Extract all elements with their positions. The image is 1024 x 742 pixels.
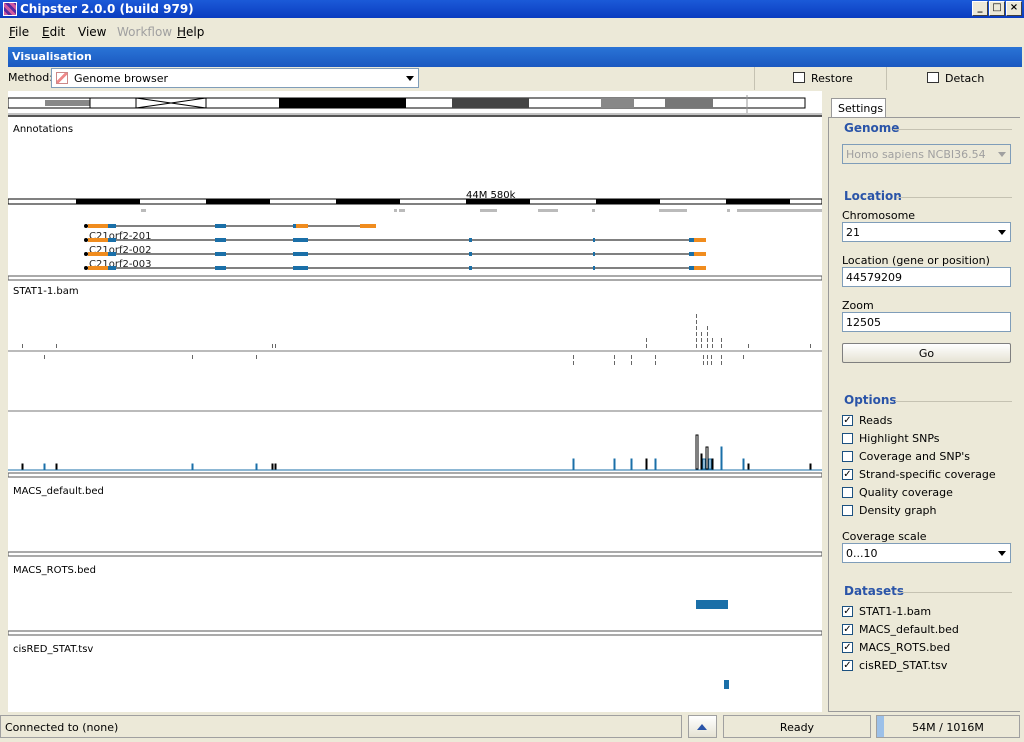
chevron-down-icon: [998, 152, 1006, 157]
gene-density-marks: [141, 209, 822, 212]
menu-edit[interactable]: Edit: [42, 25, 65, 39]
transcript-row: [84, 238, 706, 242]
restore-button[interactable]: Restore: [754, 67, 886, 90]
cisred-site[interactable]: [724, 680, 729, 689]
connection-status: Connected to (none): [0, 715, 682, 738]
checkbox-unchecked-icon[interactable]: [842, 505, 853, 516]
location-input[interactable]: 44579209: [842, 267, 1011, 287]
chipster-logo-icon: [3, 2, 17, 16]
chromosome-ideogram[interactable]: [8, 95, 806, 113]
chevron-up-icon: [697, 724, 707, 730]
task-status: Ready: [723, 715, 871, 738]
minimize-button[interactable]: _: [972, 1, 988, 16]
section-location: Location: [844, 189, 902, 203]
checkbox-checked-icon[interactable]: ✓: [842, 660, 853, 671]
macs-rots-peak[interactable]: [696, 600, 728, 609]
divider: [895, 401, 1012, 402]
genome-browser-canvas[interactable]: 44M 580k C21orf2-201 C21orf2-002 C21orf2…: [8, 91, 822, 712]
settings-panel: Settings Genome Homo sapiens NCBI36.54 L…: [826, 91, 1022, 712]
coverage-scale-label: Coverage scale: [842, 530, 927, 543]
settings-body: Genome Homo sapiens NCBI36.54 Location C…: [828, 117, 1020, 712]
track-title-macs-rots: MACS_ROTS.bed: [13, 565, 96, 576]
transcript-row: [84, 224, 376, 228]
zoom-label: Zoom: [842, 299, 874, 312]
reads-forward[interactable]: [22, 314, 811, 348]
chromosome-select[interactable]: 21: [842, 222, 1011, 242]
reads-reverse[interactable]: [44, 355, 744, 365]
menu-workflow: Workflow: [117, 25, 173, 39]
transcript-models[interactable]: C21orf2-201 C21orf2-002 C21orf2-003: [84, 224, 706, 270]
menu-view[interactable]: View: [78, 25, 106, 39]
method-value: Genome browser: [74, 72, 168, 85]
memory-usage: 54M / 1016M: [876, 715, 1020, 738]
method-bar: Method: Genome browser Restore Detach: [8, 67, 1022, 90]
section-genome: Genome: [844, 121, 900, 135]
track-title-stat1-bam: STAT1-1.bam: [13, 286, 79, 297]
chevron-down-icon: [998, 230, 1006, 235]
chromosome-label: Chromosome: [842, 209, 916, 222]
section-datasets: Datasets: [844, 584, 905, 598]
checkbox-checked-icon[interactable]: ✓: [842, 606, 853, 617]
section-options: Options: [844, 393, 897, 407]
divider: [893, 129, 1012, 130]
checkbox-checked-icon[interactable]: ✓: [842, 415, 853, 426]
close-button[interactable]: ×: [1006, 1, 1022, 16]
genome-select: Homo sapiens NCBI36.54: [842, 144, 1011, 164]
detach-button[interactable]: Detach: [886, 67, 1022, 90]
divider: [897, 197, 1012, 198]
menu-file[interactable]: File: [9, 25, 29, 39]
genome-browser-icon: [56, 72, 68, 84]
checkbox-checked-icon[interactable]: ✓: [842, 642, 853, 653]
menu-bar: File Edit View Workflow Help: [0, 20, 1024, 44]
track-title-cisred: cisRED_STAT.tsv: [13, 644, 94, 655]
go-button[interactable]: Go: [842, 343, 1011, 363]
restore-icon: [793, 72, 805, 83]
divider: [899, 592, 1012, 593]
coverage-scale-select[interactable]: 0...10: [842, 543, 1011, 563]
tab-settings[interactable]: Settings: [831, 98, 886, 117]
method-select[interactable]: Genome browser: [51, 68, 419, 88]
chevron-down-icon: [998, 551, 1006, 556]
visualisation-header: Visualisation: [8, 47, 1022, 67]
zoom-input[interactable]: 12505: [842, 312, 1011, 332]
checkbox-checked-icon[interactable]: ✓: [842, 469, 853, 480]
method-label: Method:: [8, 71, 53, 84]
transcript-row: [84, 252, 706, 256]
chevron-down-icon: [406, 76, 414, 81]
window-title: Chipster 2.0.0 (build 979): [20, 2, 194, 16]
ruler-label: 44M 580k: [466, 190, 516, 201]
detach-icon: [927, 72, 939, 83]
coverage-forward[interactable]: [21, 434, 812, 470]
checkbox-unchecked-icon[interactable]: [842, 451, 853, 462]
checkbox-checked-icon[interactable]: ✓: [842, 624, 853, 635]
maximize-button[interactable]: □: [989, 1, 1005, 16]
coordinate-ruler: 44M 580k: [8, 190, 822, 205]
location-label: Location (gene or position): [842, 254, 990, 267]
menu-help[interactable]: Help: [177, 25, 204, 39]
coverage-reverse[interactable]: [43, 446, 745, 470]
window-title-bar: Chipster 2.0.0 (build 979) _ □ ×: [0, 0, 1024, 18]
genome-browser-view[interactable]: 44M 580k C21orf2-201 C21orf2-002 C21orf2…: [8, 91, 822, 712]
track-title-macs-default: MACS_default.bed: [13, 486, 104, 497]
expand-task-button[interactable]: [688, 715, 717, 738]
checkbox-unchecked-icon[interactable]: [842, 487, 853, 498]
track-title-annotations: Annotations: [13, 124, 74, 135]
status-bar: Connected to (none) Ready 54M / 1016M: [0, 714, 1024, 742]
checkbox-unchecked-icon[interactable]: [842, 433, 853, 444]
transcript-row: [84, 266, 706, 270]
